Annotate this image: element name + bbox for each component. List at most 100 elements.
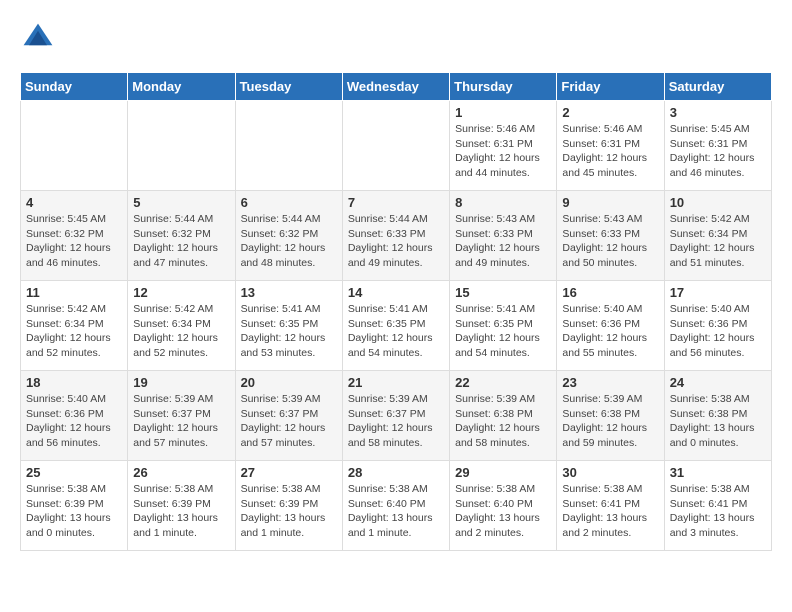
day-number: 17 [670, 285, 766, 300]
calendar-cell: 23 Sunrise: 5:39 AM Sunset: 6:38 PM Dayli… [557, 371, 664, 461]
cell-content: Sunrise: 5:40 AM Sunset: 6:36 PM Dayligh… [562, 302, 658, 361]
calendar-cell: 3 Sunrise: 5:45 AM Sunset: 6:31 PM Daylig… [664, 101, 771, 191]
calendar-cell: 16 Sunrise: 5:40 AM Sunset: 6:36 PM Dayli… [557, 281, 664, 371]
day-number: 8 [455, 195, 551, 210]
calendar-cell: 12 Sunrise: 5:42 AM Sunset: 6:34 PM Dayli… [128, 281, 235, 371]
week-row-2: 4 Sunrise: 5:45 AM Sunset: 6:32 PM Daylig… [21, 191, 772, 281]
calendar-cell: 9 Sunrise: 5:43 AM Sunset: 6:33 PM Daylig… [557, 191, 664, 281]
calendar-cell: 6Sunrise: 5:44 AM Sunset: 6:32 PM Daylig… [235, 191, 342, 281]
calendar-cell [21, 101, 128, 191]
logo-icon [20, 20, 56, 56]
cell-content: Sunrise: 5:42 AM Sunset: 6:34 PM Dayligh… [133, 302, 229, 361]
calendar-cell: 22Sunrise: 5:39 AM Sunset: 6:38 PM Dayli… [450, 371, 557, 461]
day-number: 3 [670, 105, 766, 120]
calendar-cell: 7 Sunrise: 5:44 AM Sunset: 6:33 PM Daylig… [342, 191, 449, 281]
calendar-cell: 27 Sunrise: 5:38 AM Sunset: 6:39 PM Dayli… [235, 461, 342, 551]
day-number: 30 [562, 465, 658, 480]
calendar-cell: 18 Sunrise: 5:40 AM Sunset: 6:36 PM Dayli… [21, 371, 128, 461]
weekday-header-thursday: Thursday [450, 73, 557, 101]
weekday-header-saturday: Saturday [664, 73, 771, 101]
calendar-cell: 29Sunrise: 5:38 AM Sunset: 6:40 PM Dayli… [450, 461, 557, 551]
day-number: 10 [670, 195, 766, 210]
cell-content: Sunrise: 5:38 AM Sunset: 6:41 PM Dayligh… [670, 482, 766, 541]
calendar-cell: 17Sunrise: 5:40 AM Sunset: 6:36 PM Dayli… [664, 281, 771, 371]
calendar-cell [235, 101, 342, 191]
day-number: 18 [26, 375, 122, 390]
weekday-header-wednesday: Wednesday [342, 73, 449, 101]
cell-content: Sunrise: 5:38 AM Sunset: 6:39 PM Dayligh… [241, 482, 337, 541]
calendar-cell: 1Sunrise: 5:46 AM Sunset: 6:31 PM Daylig… [450, 101, 557, 191]
cell-content: Sunrise: 5:44 AM Sunset: 6:32 PM Dayligh… [133, 212, 229, 271]
cell-content: Sunrise: 5:46 AM Sunset: 6:31 PM Dayligh… [562, 122, 658, 181]
cell-content: Sunrise: 5:44 AM Sunset: 6:33 PM Dayligh… [348, 212, 444, 271]
cell-content: Sunrise: 5:43 AM Sunset: 6:33 PM Dayligh… [562, 212, 658, 271]
week-row-3: 11 Sunrise: 5:42 AM Sunset: 6:34 PM Dayli… [21, 281, 772, 371]
calendar-cell: 30 Sunrise: 5:38 AM Sunset: 6:41 PM Dayli… [557, 461, 664, 551]
page-header [20, 20, 772, 56]
day-number: 26 [133, 465, 229, 480]
calendar-cell [128, 101, 235, 191]
calendar-cell: 20Sunrise: 5:39 AM Sunset: 6:37 PM Dayli… [235, 371, 342, 461]
calendar-cell: 2 Sunrise: 5:46 AM Sunset: 6:31 PM Daylig… [557, 101, 664, 191]
calendar-cell: 21 Sunrise: 5:39 AM Sunset: 6:37 PM Dayli… [342, 371, 449, 461]
cell-content: Sunrise: 5:38 AM Sunset: 6:39 PM Dayligh… [26, 482, 122, 541]
cell-content: Sunrise: 5:39 AM Sunset: 6:37 PM Dayligh… [241, 392, 337, 451]
calendar-cell [342, 101, 449, 191]
day-number: 1 [455, 105, 551, 120]
calendar-cell: 4 Sunrise: 5:45 AM Sunset: 6:32 PM Daylig… [21, 191, 128, 281]
weekday-header-friday: Friday [557, 73, 664, 101]
cell-content: Sunrise: 5:44 AM Sunset: 6:32 PM Dayligh… [241, 212, 337, 271]
cell-content: Sunrise: 5:38 AM Sunset: 6:39 PM Dayligh… [133, 482, 229, 541]
calendar-cell: 11 Sunrise: 5:42 AM Sunset: 6:34 PM Dayli… [21, 281, 128, 371]
day-number: 27 [241, 465, 337, 480]
day-number: 11 [26, 285, 122, 300]
cell-content: Sunrise: 5:45 AM Sunset: 6:32 PM Dayligh… [26, 212, 122, 271]
weekday-header-row: SundayMondayTuesdayWednesdayThursdayFrid… [21, 73, 772, 101]
day-number: 2 [562, 105, 658, 120]
day-number: 14 [348, 285, 444, 300]
day-number: 12 [133, 285, 229, 300]
week-row-1: 1 Sunrise: 5:46 AM Sunset: 6:31 PM Daylig… [21, 101, 772, 191]
weekday-header-tuesday: Tuesday [235, 73, 342, 101]
cell-content: Sunrise: 5:38 AM Sunset: 6:40 PM Dayligh… [348, 482, 444, 541]
calendar-cell: 15 Sunrise: 5:41 AM Sunset: 6:35 PM Dayli… [450, 281, 557, 371]
day-number: 28 [348, 465, 444, 480]
cell-content: Sunrise: 5:38 AM Sunset: 6:41 PM Dayligh… [562, 482, 658, 541]
cell-content: Sunrise: 5:42 AM Sunset: 6:34 PM Dayligh… [26, 302, 122, 361]
calendar-cell: 14 Sunrise: 5:41 AM Sunset: 6:35 PM Dayli… [342, 281, 449, 371]
day-number: 15 [455, 285, 551, 300]
cell-content: Sunrise: 5:42 AM Sunset: 6:34 PM Dayligh… [670, 212, 766, 271]
cell-content: Sunrise: 5:38 AM Sunset: 6:40 PM Dayligh… [455, 482, 551, 541]
day-number: 21 [348, 375, 444, 390]
cell-content: Sunrise: 5:45 AM Sunset: 6:31 PM Dayligh… [670, 122, 766, 181]
calendar-cell: 25 Sunrise: 5:38 AM Sunset: 6:39 PM Dayli… [21, 461, 128, 551]
day-number: 9 [562, 195, 658, 210]
logo [20, 20, 62, 56]
day-number: 4 [26, 195, 122, 210]
week-row-5: 25 Sunrise: 5:38 AM Sunset: 6:39 PM Dayli… [21, 461, 772, 551]
cell-content: Sunrise: 5:43 AM Sunset: 6:33 PM Dayligh… [455, 212, 551, 271]
day-number: 7 [348, 195, 444, 210]
weekday-header-monday: Monday [128, 73, 235, 101]
cell-content: Sunrise: 5:39 AM Sunset: 6:37 PM Dayligh… [348, 392, 444, 451]
calendar-cell: 28 Sunrise: 5:38 AM Sunset: 6:40 PM Dayli… [342, 461, 449, 551]
cell-content: Sunrise: 5:39 AM Sunset: 6:38 PM Dayligh… [562, 392, 658, 451]
cell-content: Sunrise: 5:41 AM Sunset: 6:35 PM Dayligh… [348, 302, 444, 361]
weekday-header-sunday: Sunday [21, 73, 128, 101]
day-number: 23 [562, 375, 658, 390]
calendar-cell: 19Sunrise: 5:39 AM Sunset: 6:37 PM Dayli… [128, 371, 235, 461]
day-number: 22 [455, 375, 551, 390]
day-number: 25 [26, 465, 122, 480]
week-row-4: 18 Sunrise: 5:40 AM Sunset: 6:36 PM Dayli… [21, 371, 772, 461]
day-number: 13 [241, 285, 337, 300]
calendar-cell: 5Sunrise: 5:44 AM Sunset: 6:32 PM Daylig… [128, 191, 235, 281]
calendar-table: SundayMondayTuesdayWednesdayThursdayFrid… [20, 72, 772, 551]
day-number: 31 [670, 465, 766, 480]
cell-content: Sunrise: 5:41 AM Sunset: 6:35 PM Dayligh… [455, 302, 551, 361]
calendar-cell: 26 Sunrise: 5:38 AM Sunset: 6:39 PM Dayli… [128, 461, 235, 551]
day-number: 16 [562, 285, 658, 300]
calendar-cell: 13Sunrise: 5:41 AM Sunset: 6:35 PM Dayli… [235, 281, 342, 371]
calendar-cell: 24Sunrise: 5:38 AM Sunset: 6:38 PM Dayli… [664, 371, 771, 461]
calendar-cell: 10 Sunrise: 5:42 AM Sunset: 6:34 PM Dayli… [664, 191, 771, 281]
cell-content: Sunrise: 5:40 AM Sunset: 6:36 PM Dayligh… [26, 392, 122, 451]
